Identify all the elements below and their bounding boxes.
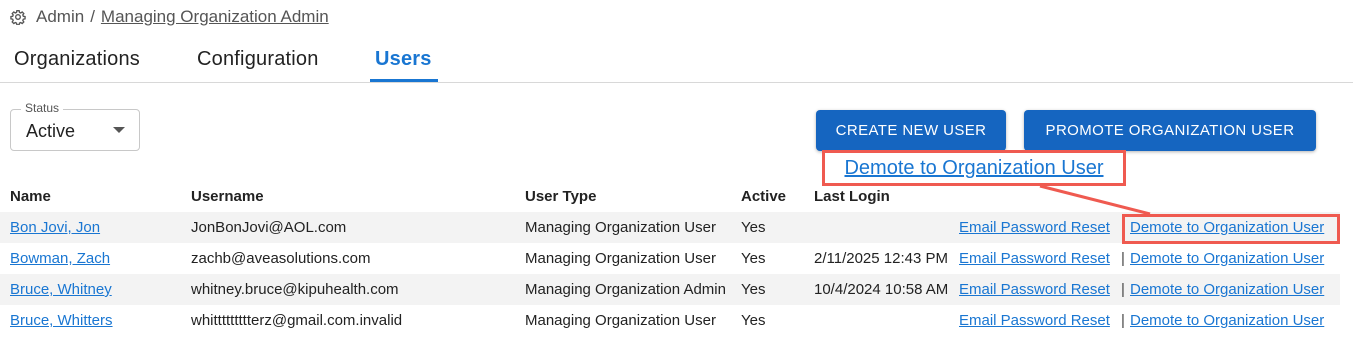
table-row: Bowman, Zach zachb@aveasolutions.com Man… — [0, 243, 1340, 274]
header-username: Username — [191, 188, 264, 205]
action-separator: | — [1121, 281, 1125, 298]
header-active: Active — [741, 188, 787, 205]
gear-icon — [10, 10, 26, 25]
action-separator: | — [1121, 219, 1125, 236]
status-select[interactable]: Status Active — [10, 101, 140, 151]
last-login-cell: 10/4/2024 10:58 AM — [814, 281, 949, 298]
username-cell: whittttttttterz@gmail.com.invalid — [191, 312, 403, 329]
tab-configuration[interactable]: Configuration — [197, 36, 319, 82]
breadcrumb: Admin / Managing Organization Admin — [10, 6, 329, 28]
username-cell: whitney.bruce@kipuhealth.com — [191, 281, 399, 298]
user-type-cell: Managing Organization User — [525, 250, 716, 267]
action-separator: | — [1121, 312, 1125, 329]
header-last-login: Last Login — [814, 188, 890, 205]
tab-users[interactable]: Users — [375, 36, 432, 82]
table-header: Name Username User Type Active Last Logi… — [0, 180, 1340, 212]
user-name-link[interactable]: Bowman, Zach — [10, 250, 110, 267]
username-cell: JonBonJovi@AOL.com — [191, 219, 347, 236]
status-value: Active — [26, 121, 76, 141]
header-user-type: User Type — [525, 188, 597, 205]
email-password-reset-link[interactable]: Email Password Reset — [959, 281, 1110, 298]
demote-to-organization-user-link[interactable]: Demote to Organization User — [1130, 219, 1324, 236]
user-name-link[interactable]: Bon Jovi, Jon — [10, 219, 100, 236]
active-cell: Yes — [741, 250, 766, 267]
email-password-reset-link[interactable]: Email Password Reset — [959, 250, 1110, 267]
caret-down-icon — [113, 127, 125, 133]
demote-to-organization-user-link[interactable]: Demote to Organization User — [1130, 281, 1324, 298]
tab-organizations[interactable]: Organizations — [14, 36, 140, 82]
table-row: Bruce, Whitney whitney.bruce@kipuhealth.… — [0, 274, 1340, 305]
table-row: Bruce, Whitters whittttttttterz@gmail.co… — [0, 305, 1340, 336]
callout-demote-text: Demote to Organization User — [844, 156, 1104, 179]
action-separator: | — [1121, 250, 1125, 267]
user-type-cell: Managing Organization Admin — [525, 281, 726, 298]
tab-bar: Organizations Configuration Users — [0, 36, 1353, 83]
breadcrumb-root: Admin — [36, 7, 85, 26]
table-row: Bon Jovi, Jon JonBonJovi@AOL.com Managin… — [0, 212, 1340, 243]
email-password-reset-link[interactable]: Email Password Reset — [959, 312, 1110, 329]
active-cell: Yes — [741, 219, 766, 236]
breadcrumb-separator: / — [90, 7, 95, 26]
status-label: Status — [21, 101, 64, 115]
username-cell: zachb@aveasolutions.com — [191, 250, 371, 267]
last-login-cell: 2/11/2025 12:43 PM — [814, 250, 948, 267]
demote-to-organization-user-link[interactable]: Demote to Organization User — [1130, 250, 1324, 267]
demote-to-organization-user-link[interactable]: Demote to Organization User — [1130, 312, 1324, 329]
user-type-cell: Managing Organization User — [525, 312, 716, 329]
create-new-user-button[interactable]: CREATE NEW USER — [816, 110, 1006, 151]
active-cell: Yes — [741, 312, 766, 329]
user-name-link[interactable]: Bruce, Whitters — [10, 312, 113, 329]
user-name-link[interactable]: Bruce, Whitney — [10, 281, 112, 298]
user-type-cell: Managing Organization User — [525, 219, 716, 236]
active-tab-indicator — [370, 79, 438, 82]
active-cell: Yes — [741, 281, 766, 298]
header-name: Name — [10, 188, 51, 205]
email-password-reset-link[interactable]: Email Password Reset — [959, 219, 1110, 236]
users-table: Name Username User Type Active Last Logi… — [0, 180, 1340, 336]
promote-organization-user-button[interactable]: PROMOTE ORGANIZATION USER — [1024, 110, 1316, 151]
breadcrumb-current-link[interactable]: Managing Organization Admin — [101, 7, 329, 27]
